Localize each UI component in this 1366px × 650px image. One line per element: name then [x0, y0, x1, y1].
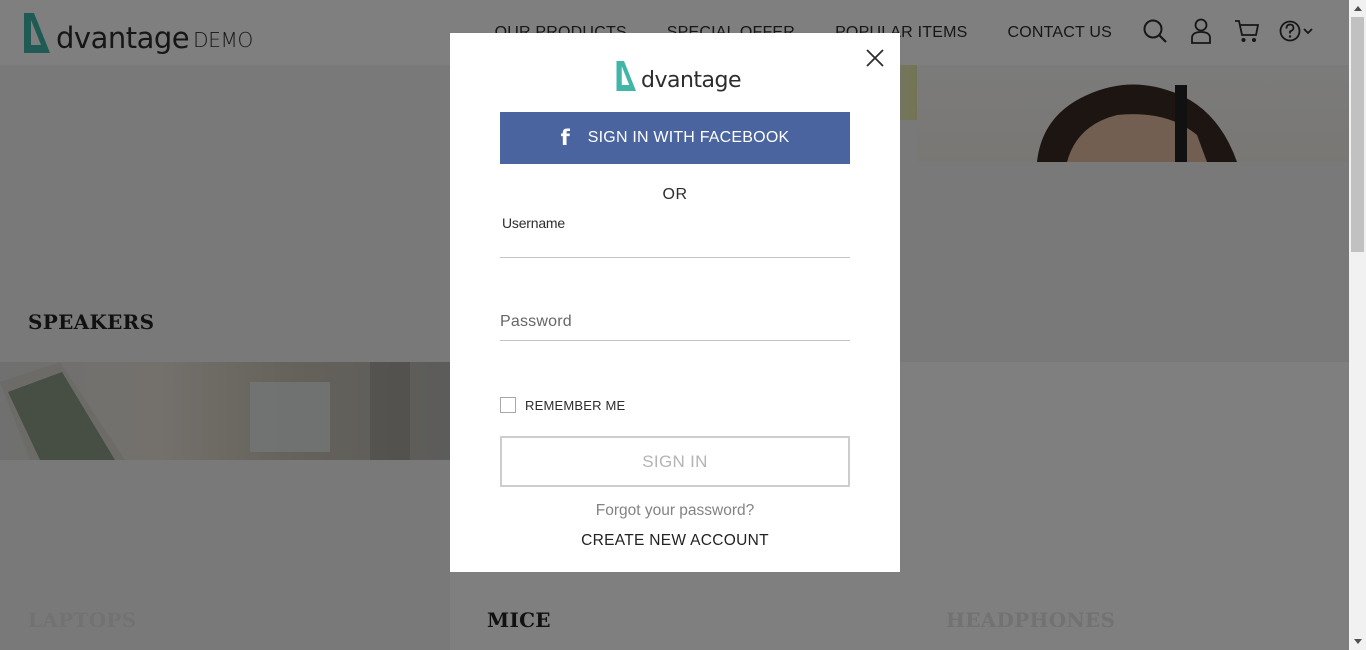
create-new-account-link[interactable]: CREATE NEW ACCOUNT: [450, 532, 900, 550]
username-label: Username: [502, 215, 565, 231]
remember-me-option[interactable]: REMEMBER ME: [500, 397, 625, 413]
close-icon[interactable]: [862, 45, 888, 71]
facebook-icon: f: [560, 125, 570, 150]
remember-me-checkbox[interactable]: [500, 397, 516, 413]
password-placeholder: Password: [500, 313, 572, 330]
scrollbar-thumb[interactable]: [1351, 17, 1364, 252]
scroll-up-arrow-icon[interactable]: [1349, 0, 1366, 17]
username-field[interactable]: Username: [500, 213, 850, 258]
password-field[interactable]: Password: [500, 303, 850, 341]
modal-logo: dvantage: [615, 57, 742, 93]
scroll-down-arrow-icon[interactable]: [1349, 633, 1366, 650]
facebook-button-label: SIGN IN WITH FACEBOOK: [587, 129, 790, 146]
remember-me-label: REMEMBER ME: [525, 397, 626, 413]
advantage-logo-mark-icon: [616, 61, 636, 91]
modal-logo-wordmark: dvantage: [641, 68, 742, 93]
sign-in-with-facebook-button[interactable]: f SIGN IN WITH FACEBOOK: [500, 112, 850, 164]
login-modal: dvantage f SIGN IN WITH FACEBOOK OR User…: [450, 33, 900, 572]
or-divider-text: OR: [662, 186, 688, 203]
page-scrollbar[interactable]: [1349, 0, 1366, 650]
forgot-password-link[interactable]: Forgot your password?: [450, 502, 900, 520]
sign-in-button[interactable]: SIGN IN: [500, 436, 850, 487]
